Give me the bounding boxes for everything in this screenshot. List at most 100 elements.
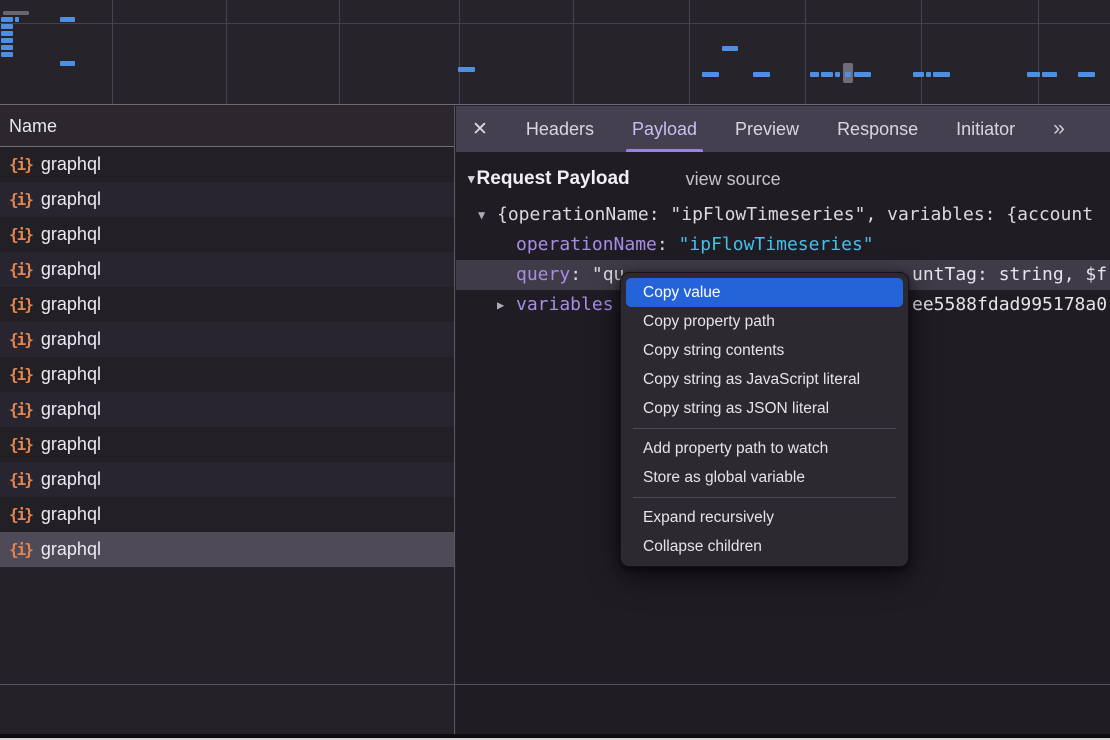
clipped-text-fragment: untTag: string, $f	[912, 260, 1107, 290]
context-menu-item[interactable]: Copy value	[626, 278, 903, 307]
tab-initiator[interactable]: Initiator	[956, 106, 1015, 152]
network-request-row[interactable]: {i} graphql	[0, 357, 454, 392]
more-tabs-icon[interactable]: »	[1053, 106, 1063, 152]
network-request-row[interactable]: {i}graphql	[0, 322, 454, 357]
request-timeline-bar	[926, 72, 931, 77]
request-timeline-bar	[458, 67, 475, 72]
context-menu-item[interactable]: Copy property path	[626, 307, 903, 336]
request-timeline-bar	[845, 72, 851, 77]
request-timeline-bar	[1, 52, 13, 57]
context-menu-item[interactable]: Copy string as JavaScript literal	[626, 365, 903, 394]
json-plain-segment: {operationName: "ipFlowTimeseries", vari…	[497, 204, 1093, 225]
request-timeline-bar	[1, 31, 13, 36]
json-braces-icon: {i}	[9, 330, 32, 349]
json-braces-icon: {i}	[9, 260, 32, 279]
json-braces-icon: {i}	[9, 400, 32, 419]
json-braces-icon: {i}	[9, 155, 32, 174]
network-request-row[interactable]: {i}graphql	[0, 182, 454, 217]
expanded-twisty-icon[interactable]: ▼	[478, 200, 485, 230]
network-overview-strip[interactable]	[0, 0, 1110, 105]
request-name-label: graphql	[41, 434, 101, 455]
tab-payload[interactable]: Payload	[632, 106, 697, 152]
timeline-divider-line	[0, 23, 1110, 24]
close-icon[interactable]: ✕	[472, 106, 488, 152]
request-timeline-bar	[933, 72, 950, 77]
json-braces-icon: {i}	[9, 190, 32, 209]
network-request-row[interactable]: {i}graphql	[0, 252, 454, 287]
timeline-gridline	[921, 0, 922, 104]
network-request-row[interactable]: {i} graphql	[0, 147, 454, 182]
request-timeline-bar	[1, 38, 13, 43]
payload-tree-row[interactable]: ▼ {operationName: "ipFlowTimeseries", var…	[456, 200, 1110, 230]
request-name-label: graphql	[41, 294, 101, 315]
request-timeline-bar	[1, 17, 13, 22]
name-column-header[interactable]: Name	[0, 106, 454, 147]
request-timeline-bar	[702, 72, 719, 77]
section-collapse-icon[interactable]: ▾	[468, 171, 475, 187]
context-menu-separator	[633, 497, 896, 498]
timeline-gridline	[805, 0, 806, 104]
context-menu-item[interactable]: Store as global variable	[626, 463, 903, 492]
section-title: Request Payload	[477, 168, 630, 190]
request-timeline-bar	[1078, 72, 1095, 77]
network-request-row[interactable]: {i} graphql	[0, 287, 454, 322]
timeline-gridline	[1038, 0, 1039, 104]
tab-response[interactable]: Response	[837, 106, 918, 152]
network-request-row[interactable]: {i} graphql	[0, 427, 454, 462]
request-timeline-bar	[1, 45, 13, 50]
json-braces-icon: {i}	[9, 225, 32, 244]
tab-headers[interactable]: Headers	[526, 106, 594, 152]
request-timeline-bar	[810, 72, 819, 77]
context-menu-item[interactable]: Collapse children	[626, 532, 903, 561]
context-menu: Copy valueCopy property pathCopy string …	[620, 272, 909, 567]
tab-preview[interactable]: Preview	[735, 106, 799, 152]
request-timeline-bar	[1, 24, 13, 29]
timeline-gridline	[573, 0, 574, 104]
network-request-row[interactable]: {i} graphql	[0, 217, 454, 252]
collapsed-twisty-icon[interactable]: ▶	[497, 290, 504, 320]
timeline-gridline	[689, 0, 690, 104]
request-name-label: graphql	[41, 364, 101, 385]
request-timeline-bar	[722, 46, 738, 51]
payload-tree-row[interactable]: operationName: "ipFlowTimeseries"	[456, 230, 1110, 260]
json-key-segment: variables	[516, 294, 614, 315]
view-source-link[interactable]: view source	[686, 169, 781, 190]
context-menu-separator	[633, 428, 896, 429]
context-menu-item[interactable]: Add property path to watch	[626, 434, 903, 463]
json-plain-segment: :	[657, 234, 679, 255]
context-menu-item[interactable]: Copy string as JSON literal	[626, 394, 903, 423]
tree-row-text: operationName: "ipFlowTimeseries"	[456, 230, 874, 260]
name-column-label: Name	[9, 116, 57, 137]
tree-row-text: {operationName: "ipFlowTimeseries", vari…	[456, 200, 1093, 230]
request-timeline-bar	[1027, 72, 1040, 77]
network-request-row[interactable]: {i}graphql	[0, 532, 454, 567]
request-timeline-bar	[15, 17, 19, 22]
request-list: {i} graphql {i} graphql {i} graphql {i} graphql…	[0, 147, 454, 567]
json-key-segment: operationName	[516, 234, 657, 255]
context-menu-item[interactable]: Expand recursively	[626, 503, 903, 532]
devtools-window: Name {i}graphql{i}graphql{i}graphql{i}gr…	[0, 0, 1110, 740]
network-request-row[interactable]: {i}graphql	[0, 392, 454, 427]
tree-row-text: variables	[456, 290, 614, 320]
json-braces-icon: {i}	[9, 295, 32, 314]
request-timeline-bar	[753, 72, 770, 77]
request-name-label: graphql	[41, 224, 101, 245]
request-timeline-bar	[913, 72, 924, 77]
request-timeline-bar	[821, 72, 833, 77]
timeline-gray-dash	[3, 11, 29, 15]
request-name-label: graphql	[41, 154, 101, 175]
tree-row-text: query: "qu	[456, 260, 624, 290]
json-braces-icon: {i}	[9, 470, 32, 489]
json-plain-segment: : "qu	[570, 264, 624, 285]
request-timeline-bar	[60, 61, 75, 66]
request-timeline-bar	[60, 17, 75, 22]
json-braces-icon: {i}	[9, 435, 32, 454]
timeline-gridline	[226, 0, 227, 104]
json-string-segment: "ipFlowTimeseries"	[679, 234, 874, 255]
json-braces-icon: {i}	[9, 365, 32, 384]
network-request-row[interactable]: {i}graphql	[0, 462, 454, 497]
network-request-row[interactable]: {i}graphql	[0, 497, 454, 532]
json-braces-icon: {i}	[9, 505, 32, 524]
request-name-label: graphql	[41, 539, 101, 560]
context-menu-item[interactable]: Copy string contents	[626, 336, 903, 365]
